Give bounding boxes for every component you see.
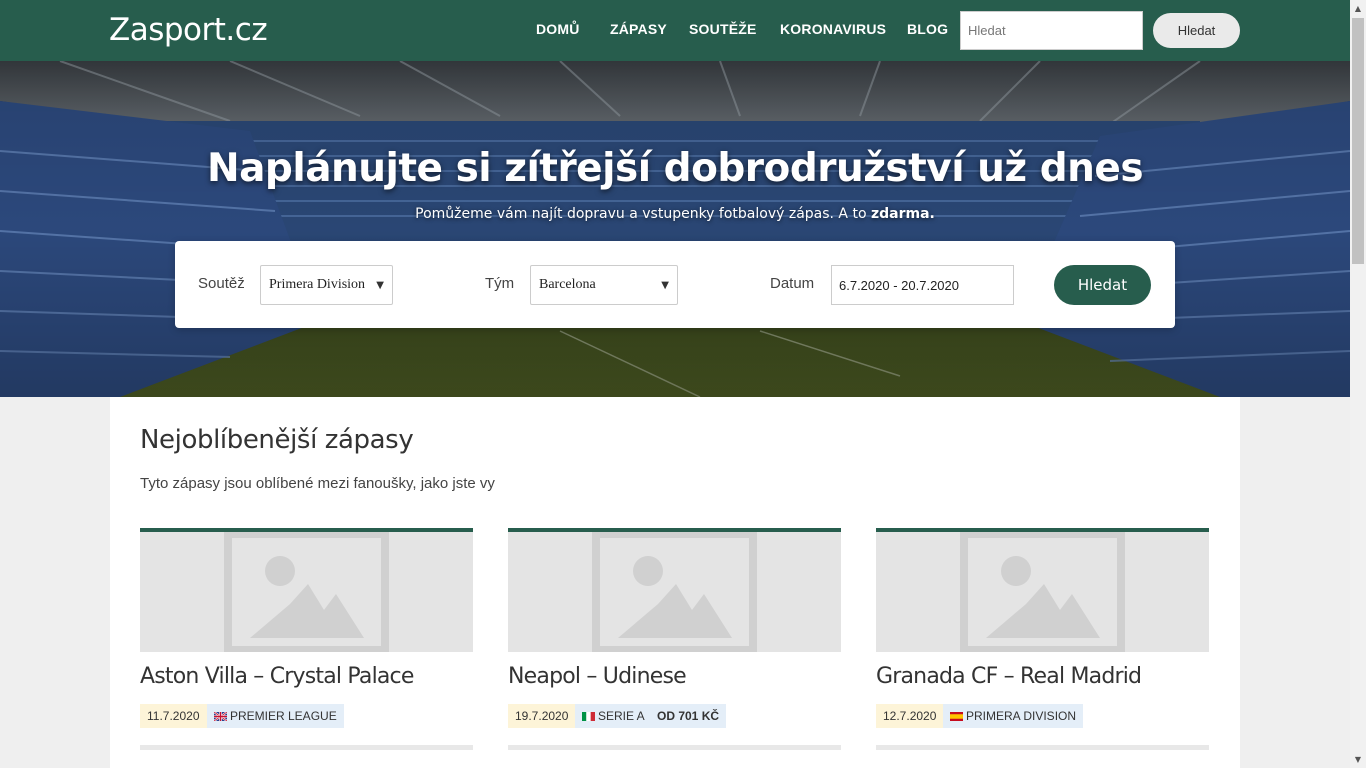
hero-subtitle-text: Pomůžeme vám najít dopravu a vstupenky f… xyxy=(415,206,871,222)
card-divider xyxy=(140,745,473,750)
competition-label: Soutěž xyxy=(198,275,245,292)
competition-select[interactable]: Primera Division ▼ xyxy=(260,265,393,305)
nav-coronavirus[interactable]: KORONAVIRUS xyxy=(780,21,886,37)
chevron-down-icon: ▼ xyxy=(376,279,384,291)
image-placeholder-icon[interactable] xyxy=(508,532,841,652)
team-select[interactable]: Barcelona ▼ xyxy=(530,265,678,305)
nav-blog[interactable]: BLOG xyxy=(907,21,948,37)
date-range-input[interactable] xyxy=(831,265,1014,305)
top-navbar: Zasport.cz DOMŮ ZÁPASY SOUTĚŽE KORONAVIR… xyxy=(0,0,1350,61)
competition-badge: PREMIER LEAGUE xyxy=(207,704,344,728)
match-search-panel: Soutěž Primera Division ▼ Tým Barcelona … xyxy=(175,241,1175,328)
date-label: Datum xyxy=(770,275,815,292)
card-divider xyxy=(876,745,1209,750)
match-date-badge: 11.7.2020 xyxy=(140,704,207,728)
italy-flag-icon xyxy=(582,712,595,721)
competition-badge-label: PREMIER LEAGUE xyxy=(230,709,337,723)
hero-subtitle: Pomůžeme vám najít dopravu a vstupenky f… xyxy=(0,206,1350,222)
page-scrollbar[interactable]: ▲ ▼ xyxy=(1350,0,1366,768)
hero-title: Naplánujte si zítřejší dobrodružství už … xyxy=(206,146,1144,191)
match-title[interactable]: Aston Villa – Crystal Palace xyxy=(140,664,414,689)
match-card[interactable]: Aston Villa – Crystal Palace 11.7.2020 P… xyxy=(140,528,473,768)
site-logo[interactable]: Zasport.cz xyxy=(109,12,268,48)
competition-badge-label: PRIMERA DIVISION xyxy=(966,709,1077,723)
header-search-input[interactable] xyxy=(960,11,1143,50)
nav-matches[interactable]: ZÁPASY xyxy=(610,21,667,37)
popular-matches-section: Nejoblíbenější zápasy Tyto zápasy jsou o… xyxy=(110,397,1240,768)
header-search-button[interactable]: Hledat xyxy=(1153,13,1240,48)
uk-flag-icon xyxy=(214,712,227,721)
match-card[interactable]: Granada CF – Real Madrid 12.7.2020 PRIME… xyxy=(876,528,1209,768)
price-badge: OD 701 KČ xyxy=(650,704,727,728)
spain-flag-icon xyxy=(950,712,963,721)
hero-subtitle-emphasis: zdarma. xyxy=(870,206,935,222)
competition-badge: SERIE A xyxy=(575,704,652,728)
section-title: Nejoblíbenější zápasy xyxy=(140,425,414,455)
scroll-down-arrow-icon[interactable]: ▼ xyxy=(1350,751,1366,768)
match-title[interactable]: Neapol – Udinese xyxy=(508,664,687,689)
team-label: Tým xyxy=(485,275,515,292)
image-placeholder-icon[interactable] xyxy=(876,532,1209,652)
scrollbar-thumb[interactable] xyxy=(1352,18,1364,264)
nav-home[interactable]: DOMŮ xyxy=(536,21,580,37)
section-subtitle: Tyto zápasy jsou oblíbené mezi fanoušky,… xyxy=(140,475,495,492)
team-select-value: Barcelona xyxy=(539,277,596,292)
image-placeholder-icon[interactable] xyxy=(140,532,473,652)
search-submit-button[interactable]: Hledat xyxy=(1054,265,1151,305)
match-title[interactable]: Granada CF – Real Madrid xyxy=(876,664,1142,689)
match-date-badge: 12.7.2020 xyxy=(876,704,944,728)
match-card[interactable]: Neapol – Udinese 19.7.2020 SERIE A OD 70… xyxy=(508,528,841,768)
competition-select-value: Primera Division xyxy=(269,277,366,292)
competition-badge-label: SERIE A xyxy=(598,709,645,723)
chevron-down-icon: ▼ xyxy=(661,279,669,291)
card-divider xyxy=(508,745,841,750)
stadium-background-image xyxy=(0,61,1350,397)
competition-badge: PRIMERA DIVISION xyxy=(943,704,1084,728)
nav-competitions[interactable]: SOUTĚŽE xyxy=(689,21,757,37)
hero-banner: Naplánujte si zítřejší dobrodružství už … xyxy=(0,61,1350,397)
scroll-up-arrow-icon[interactable]: ▲ xyxy=(1350,0,1366,17)
match-date-badge: 19.7.2020 xyxy=(508,704,576,728)
